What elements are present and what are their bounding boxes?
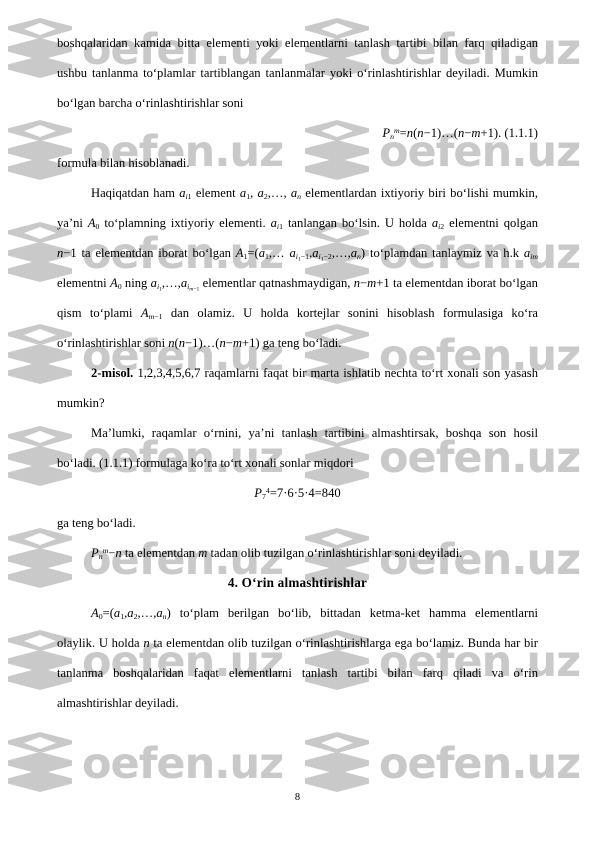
display-formula-2: P74=7·6·5·4=840: [57, 478, 538, 508]
watermark-tile: oefen.uz: [305, 732, 581, 796]
p3-segment-7: ta elementdan iborat bo‘lgan: [81, 246, 231, 260]
paragraph-3: Haqiqatdan ham ai1 element a1, a2,…, an …: [57, 178, 538, 358]
watermark-text: oefen.uz: [379, 738, 581, 789]
p7-segment-2: tadan olib tuzilgan o‘rinlashtirishlar s…: [210, 546, 463, 560]
inline-a-sequence: a1, a2,…, an: [239, 186, 302, 202]
p3-segment-1: Haqiqatdan ham: [91, 186, 175, 200]
inline-A-m-minus-1: Am−1: [140, 306, 163, 322]
inline-n: n: [143, 636, 150, 650]
inline-a-im: aim: [523, 246, 538, 262]
paragraph-7: Pnm−n ta elementdan m tadan olib tuzilga…: [57, 538, 538, 568]
inline-product-expression: n(n−1)…(n−m+1): [168, 336, 260, 350]
formula-1-expression: Pnm=n(n−1)…(n−m+1).: [382, 125, 502, 142]
paragraph-example: 2-misol. 1,2,3,4,5,6,7 raqamlarni faqat …: [57, 358, 538, 418]
watermark-tile: oefen.uz: [8, 732, 284, 796]
p3-segment-4: to‘plamning ixtiyoriy elementi.: [104, 216, 266, 230]
p3-segment-6: elementni qolgan: [449, 216, 539, 230]
paragraph-8: A0=(a1,a2,…,an) to‘plam berilgan bo‘lib,…: [57, 598, 538, 718]
p3-segment-14: ga teng bo‘ladi.: [262, 336, 342, 350]
inline-Pnm-minus-n: Pnm−n: [91, 545, 122, 562]
inline-A0: A0: [87, 216, 100, 232]
p3-segment-2: element: [195, 186, 236, 200]
p3-segment-10: ning: [124, 276, 148, 290]
inline-A1-set: A1=(a1,… ai1−1,ai1−2,…,an): [235, 246, 366, 263]
p7-segment-1: ta elementdan: [124, 546, 196, 560]
watermark-text: oefen.uz: [82, 738, 284, 789]
formula-1-number: (1.1.1): [504, 126, 538, 140]
inline-a-index-sequence: ai1,…,aim−1: [150, 276, 200, 293]
stacked-diamond-logo-icon: [8, 732, 72, 796]
stacked-diamond-logo-icon: [305, 732, 369, 796]
section-heading: 4. O‘rin almashtirishlar: [227, 575, 368, 590]
p3-segment-5: tanlangan bo‘lsin. U holda: [287, 216, 427, 230]
display-formula-1: Pnm=n(n−1)…(n−m+1). (1.1.1): [57, 118, 538, 148]
p3-segment-11: elementlar qatnashmaydigan,: [202, 276, 351, 290]
example-digits: 1,2,3,4,5,6,7: [137, 366, 201, 380]
paragraph-5: Ma’lumki, raqamlar o‘rnini, ya’ni tanlas…: [57, 426, 538, 470]
inline-A0-set: A0=(a1,a2,…,an): [91, 606, 171, 622]
inline-m: m: [198, 546, 208, 560]
page-number: 8: [294, 792, 301, 803]
p3-segment-8: to‘plamdan tanlaymiz va h.k: [369, 246, 520, 260]
paragraph-6: ga teng bo‘ladi.: [57, 516, 136, 530]
inline-a-i1: ai1: [179, 186, 192, 202]
document-page: boshqalaridan kamida bitta elementi yoki…: [0, 0, 595, 718]
inline-a-i1-b: ai1: [270, 216, 283, 232]
example-label: 2-misol.: [91, 366, 134, 380]
inline-A0-b: A0: [109, 276, 122, 292]
p3-segment-9: elementni: [57, 276, 107, 290]
formula-2-expression: P74=7·6·5·4=840: [254, 485, 341, 502]
inline-a-i2: ai2: [431, 216, 445, 232]
paragraph-2: formula bilan hisoblanadi.: [57, 156, 190, 170]
inline-n-minus-1: n−1: [57, 246, 77, 260]
inline-n-m-plus-1: n−m+1: [353, 276, 390, 290]
paragraph-1: boshqalaridan kamida bitta elementi yoki…: [57, 36, 538, 110]
